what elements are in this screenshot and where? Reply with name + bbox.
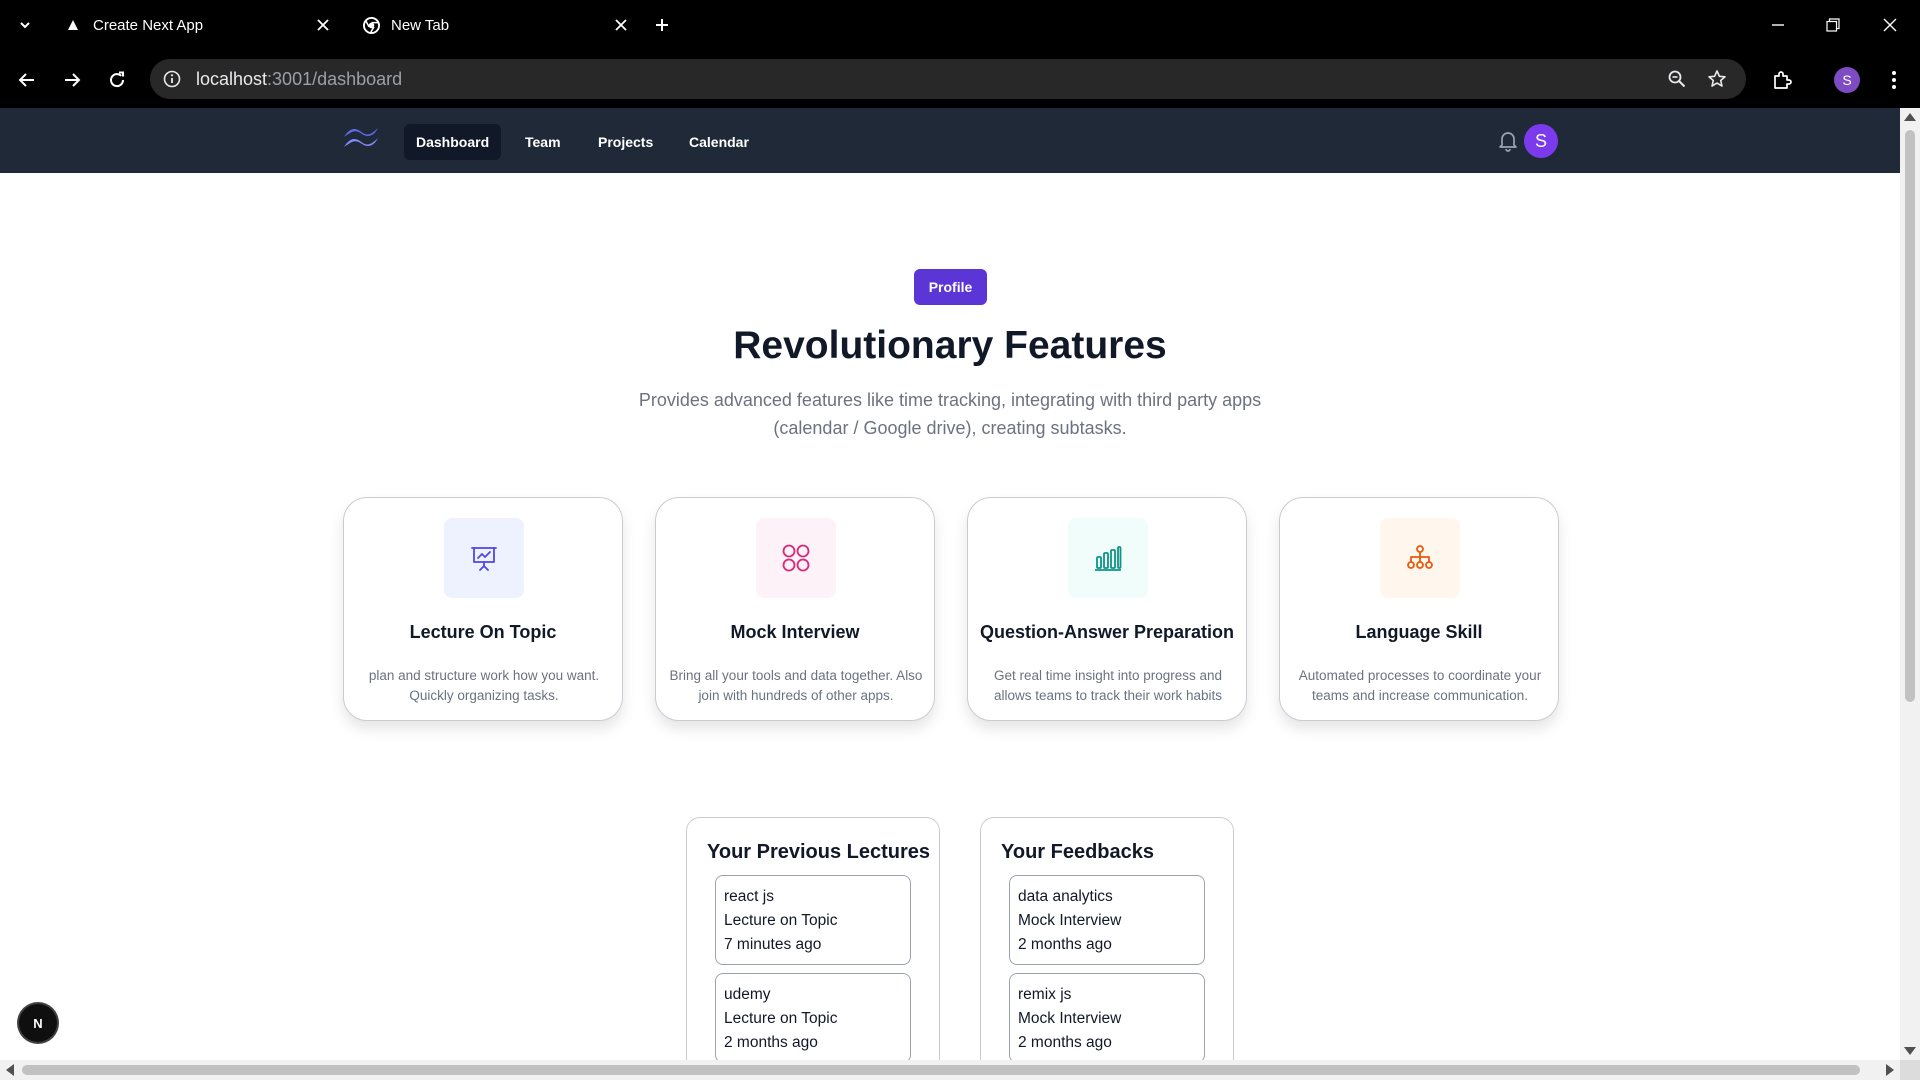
lecture-item[interactable]: react js Lecture on Topic 7 minutes ago bbox=[715, 875, 911, 965]
vertical-scrollbar[interactable] bbox=[1900, 108, 1920, 1060]
tab-title: Create Next App bbox=[93, 16, 204, 34]
feedback-time: 2 months ago bbox=[1018, 936, 1112, 953]
scroll-right-arrow-icon[interactable] bbox=[1886, 1064, 1894, 1076]
url-host: localhost bbox=[196, 69, 268, 89]
feedbacks-panel: Your Feedbacks data analytics Mock Inter… bbox=[980, 817, 1234, 1060]
feature-title: Language Skill bbox=[1355, 622, 1483, 642]
profile-button[interactable]: Profile bbox=[914, 269, 987, 305]
nav-team[interactable]: Team bbox=[513, 124, 573, 160]
tab-search-chevron-icon[interactable] bbox=[12, 13, 38, 37]
feature-card-question-answer[interactable]: Question-Answer Preparation Get real tim… bbox=[967, 497, 1247, 721]
close-window-icon[interactable] bbox=[1878, 13, 1902, 37]
feature-title: Lecture On Topic bbox=[409, 622, 557, 642]
lecture-type: Lecture on Topic bbox=[724, 912, 838, 929]
feedback-topic: data analytics bbox=[1018, 888, 1113, 905]
feature-title: Question-Answer Preparation bbox=[979, 622, 1235, 642]
tab-title: New Tab bbox=[391, 16, 450, 34]
app-navbar: Dashboard Team Projects Calendar S bbox=[0, 108, 1900, 173]
feature-description: Bring all your tools and data together. … bbox=[669, 668, 923, 703]
url-path: :3001/dashboard bbox=[267, 69, 403, 89]
triangle-icon bbox=[64, 16, 82, 34]
nav-projects[interactable]: Projects bbox=[586, 124, 665, 160]
feature-description: plan and structure work how you want. Qu… bbox=[368, 668, 600, 703]
bookmark-star-icon[interactable] bbox=[1705, 67, 1729, 91]
lecture-time: 2 months ago bbox=[724, 1034, 818, 1051]
chrome-menu-kebab-icon[interactable] bbox=[1881, 67, 1907, 93]
url-text: localhost:3001/dashboard bbox=[196, 69, 402, 90]
lecture-topic: react js bbox=[724, 888, 774, 905]
user-avatar[interactable]: S bbox=[1524, 124, 1558, 158]
grid-circles-icon bbox=[756, 518, 836, 598]
previous-lectures-panel: Your Previous Lectures react js Lecture … bbox=[686, 817, 940, 1060]
close-tab-icon[interactable] bbox=[610, 14, 632, 36]
scroll-down-arrow-icon[interactable] bbox=[1904, 1047, 1916, 1055]
scrollbar-corner bbox=[1900, 1060, 1920, 1080]
feedback-type: Mock Interview bbox=[1018, 912, 1122, 929]
vertical-scroll-thumb[interactable] bbox=[1905, 130, 1915, 702]
panel-title: Your Feedbacks bbox=[1001, 841, 1155, 863]
feature-card-language-skill[interactable]: Language Skill Automated processes to co… bbox=[1279, 497, 1559, 721]
restore-icon[interactable] bbox=[1821, 13, 1845, 37]
profile-initial: S bbox=[1834, 67, 1860, 93]
feature-description: Automated processes to coordinate your t… bbox=[1298, 668, 1542, 703]
nav-calendar[interactable]: Calendar bbox=[677, 124, 761, 160]
feature-description: Get real time insight into progress and … bbox=[993, 668, 1223, 703]
feature-card-mock-interview[interactable]: Mock Interview Bring all your tools and … bbox=[655, 497, 935, 721]
back-arrow-icon[interactable] bbox=[14, 67, 40, 93]
browser-tab-create-next-app[interactable]: Create Next App bbox=[52, 8, 352, 42]
page-viewport: Dashboard Team Projects Calendar S Profi… bbox=[0, 108, 1900, 1060]
browser-toolbar: localhost:3001/dashboard S bbox=[0, 50, 1920, 108]
extensions-puzzle-icon[interactable] bbox=[1769, 67, 1795, 93]
horizontal-scroll-thumb[interactable] bbox=[22, 1065, 1860, 1075]
new-tab-plus-icon[interactable] bbox=[650, 13, 674, 37]
bell-icon[interactable] bbox=[1496, 129, 1520, 153]
page-title: Revolutionary Features bbox=[733, 324, 1167, 367]
presentation-chart-icon bbox=[444, 518, 524, 598]
scroll-up-arrow-icon[interactable] bbox=[1904, 113, 1916, 121]
page-subtitle: Provides advanced features like time tra… bbox=[638, 390, 1262, 438]
lecture-type: Lecture on Topic bbox=[724, 1010, 838, 1027]
close-tab-icon[interactable] bbox=[312, 14, 334, 36]
forward-arrow-icon[interactable] bbox=[59, 67, 85, 93]
lecture-time: 7 minutes ago bbox=[724, 936, 822, 953]
lecture-topic: udemy bbox=[724, 986, 771, 1003]
bar-chart-icon bbox=[1068, 518, 1148, 598]
lecture-item[interactable]: udemy Lecture on Topic 2 months ago bbox=[715, 973, 911, 1060]
horizontal-scrollbar[interactable] bbox=[0, 1060, 1900, 1080]
feedback-topic: remix js bbox=[1018, 986, 1072, 1003]
scroll-left-arrow-icon[interactable] bbox=[6, 1064, 14, 1076]
hierarchy-icon bbox=[1380, 518, 1460, 598]
feedback-item[interactable]: data analytics Mock Interview 2 months a… bbox=[1009, 875, 1205, 965]
feature-card-lecture[interactable]: Lecture On Topic plan and structure work… bbox=[343, 497, 623, 721]
browser-tab-new-tab[interactable]: New Tab bbox=[350, 8, 650, 42]
profile-avatar[interactable]: S bbox=[1834, 67, 1860, 93]
tailwind-logo-icon[interactable] bbox=[342, 125, 380, 153]
chrome-icon bbox=[362, 16, 380, 34]
reload-icon[interactable] bbox=[104, 67, 130, 93]
feature-title: Mock Interview bbox=[730, 622, 860, 642]
panel-title: Your Previous Lectures bbox=[707, 841, 931, 863]
feedback-item[interactable]: remix js Mock Interview 2 months ago bbox=[1009, 973, 1205, 1060]
feedback-type: Mock Interview bbox=[1018, 1010, 1122, 1027]
browser-tabstrip: Create Next App New Tab bbox=[0, 0, 1920, 50]
address-bar[interactable]: localhost:3001/dashboard bbox=[150, 59, 1746, 99]
nextjs-devtools-badge[interactable]: N bbox=[19, 1004, 57, 1042]
site-info-icon[interactable] bbox=[160, 67, 184, 91]
feedback-time: 2 months ago bbox=[1018, 1034, 1112, 1051]
minimize-icon[interactable] bbox=[1766, 13, 1790, 37]
nav-dashboard[interactable]: Dashboard bbox=[404, 124, 502, 160]
zoom-magnifier-icon[interactable] bbox=[1665, 67, 1689, 91]
